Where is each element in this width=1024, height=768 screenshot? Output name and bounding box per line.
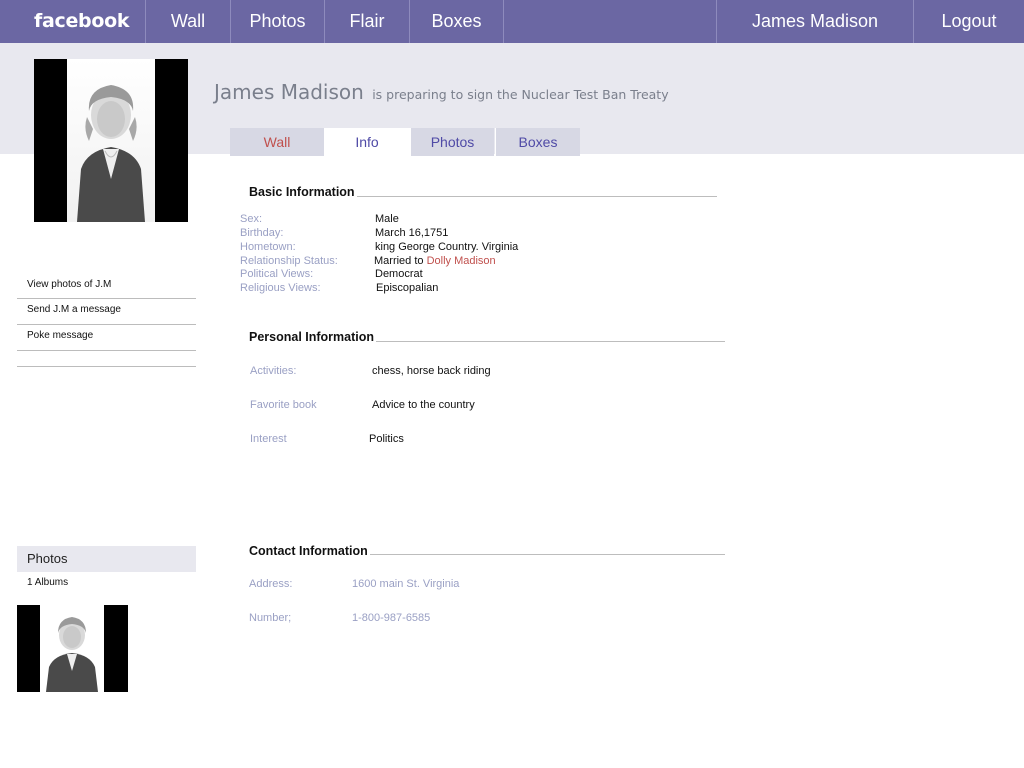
favorite-book-value: Advice to the country	[372, 399, 475, 411]
basic-info-title: Basic Information	[249, 185, 357, 199]
relationship-value: Married to Dolly Madison	[374, 255, 496, 267]
profile-picture[interactable]	[34, 59, 188, 222]
portrait-image	[67, 59, 155, 222]
top-navigation-bar: facebook Wall Photos Flair Boxes James M…	[0, 0, 1024, 43]
album-thumbnail[interactable]	[17, 605, 128, 692]
birthday-value: March 16,1751	[375, 227, 449, 239]
interest-value: Politics	[369, 433, 404, 445]
personal-info-title: Personal Information	[249, 330, 377, 344]
facebook-logo[interactable]: facebook	[34, 0, 129, 43]
sex-value: Male	[375, 213, 399, 225]
hometown-value: king George Country. Virginia	[375, 241, 519, 253]
activities-value: chess, horse back riding	[372, 365, 491, 377]
political-views-value: Democrat	[375, 268, 423, 280]
profile-status: is preparing to sign the Nuclear Test Ba…	[372, 87, 669, 102]
contact-info-title: Contact Information	[249, 544, 370, 558]
phone-number-value: 1-800-987-6585	[352, 612, 431, 624]
favorite-book-label: Favorite book	[250, 399, 317, 411]
relationship-label: Relationship Status:	[240, 255, 338, 267]
poke-message-link[interactable]: Poke message	[17, 325, 196, 351]
nav-divider	[503, 0, 504, 43]
send-message-label: Send J.M a message	[27, 304, 121, 315]
interest-label: Interest	[250, 433, 287, 445]
address-value: 1600 main St. Virginia	[352, 578, 460, 590]
hometown-label: Hometown:	[240, 241, 296, 253]
send-message-link[interactable]: Send J.M a message	[17, 299, 196, 325]
spouse-link[interactable]: Dolly Madison	[427, 255, 496, 267]
nav-photos-link[interactable]: Photos	[231, 0, 324, 43]
profile-name-line: James Madison is preparing to sign the N…	[214, 80, 669, 104]
photos-section-heading: Photos	[17, 546, 196, 572]
view-photos-label: View photos of J.M	[27, 279, 112, 290]
nav-user-name[interactable]: James Madison	[717, 0, 913, 43]
nav-boxes-link[interactable]: Boxes	[410, 0, 503, 43]
view-photos-link[interactable]: View photos of J.M	[17, 273, 196, 299]
activities-label: Activities:	[250, 365, 297, 377]
relationship-prefix: Married to	[374, 255, 427, 267]
birthday-label: Birthday:	[240, 227, 284, 239]
nav-flair-link[interactable]: Flair	[325, 0, 409, 43]
religious-views-label: Religious Views:	[240, 282, 321, 294]
religious-views-value: Episcopalian	[376, 282, 439, 294]
address-label: Address:	[249, 578, 293, 590]
sidebar-divider	[17, 366, 196, 367]
phone-number-label: Number;	[249, 612, 292, 624]
sex-label: Sex:	[240, 213, 263, 225]
tab-wall[interactable]: Wall	[230, 128, 324, 156]
albums-count-link[interactable]: 1 Albums	[27, 577, 68, 588]
tab-boxes[interactable]: Boxes	[495, 128, 580, 156]
tab-info[interactable]: Info	[324, 128, 410, 156]
nav-wall-link[interactable]: Wall	[146, 0, 230, 43]
political-views-label: Political Views:	[240, 268, 314, 280]
poke-message-label: Poke message	[27, 330, 94, 341]
tab-photos[interactable]: Photos	[410, 128, 494, 156]
profile-name[interactable]: James Madison	[214, 80, 364, 104]
album-portrait-image	[40, 605, 104, 692]
logout-link[interactable]: Logout	[914, 0, 1024, 43]
